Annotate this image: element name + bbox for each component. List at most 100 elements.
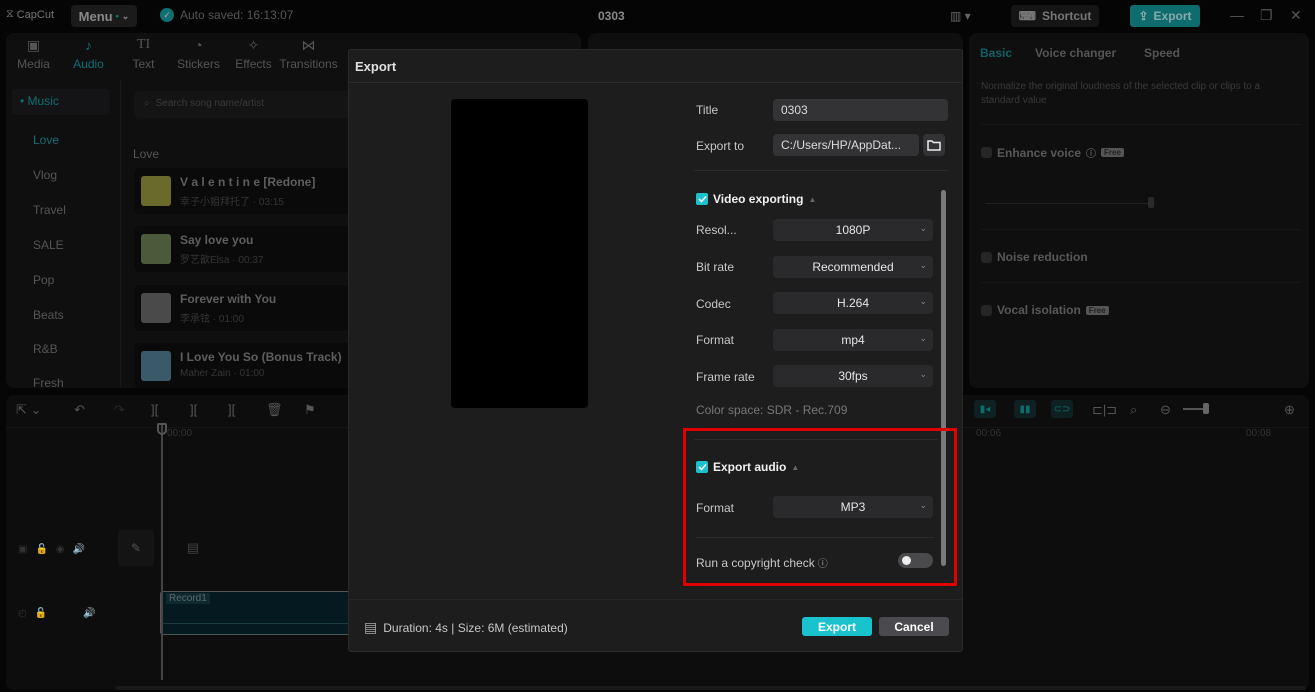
checkbox[interactable]	[981, 304, 992, 316]
export-path-input[interactable]: C:/Users/HP/AppDat...	[773, 134, 919, 156]
dialog-title: Export	[355, 59, 397, 74]
annotation-highlight-box	[683, 428, 957, 586]
tab-stickers[interactable]: ◔ Stickers	[171, 33, 226, 78]
tab-effects[interactable]: ✧ Effects	[226, 33, 281, 78]
main-track-magnet-icon[interactable]: ▮◂	[974, 400, 996, 418]
edit-cover-button[interactable]: ✎	[118, 530, 154, 566]
layout-icon[interactable]: ▥ ▾	[950, 9, 971, 23]
video-export-checkbox[interactable]	[696, 193, 708, 205]
song-meta: 李承铉 · 01:00	[180, 314, 244, 325]
lock-icon[interactable]: 🔓	[35, 544, 47, 555]
sidebar-item-love[interactable]: Love	[33, 133, 59, 147]
tab-speed[interactable]: Speed	[1144, 46, 1180, 60]
split-left-icon[interactable]: ][	[190, 402, 197, 417]
zoom-fit-icon[interactable]: ⌕	[1130, 402, 1137, 418]
divider	[981, 282, 1301, 283]
album-thumbnail	[141, 234, 171, 264]
shortcut-button[interactable]: ⌨ Shortcut	[1011, 5, 1099, 27]
bitrate-select[interactable]: Recommended ⌄	[773, 256, 933, 278]
divider	[981, 124, 1301, 125]
tab-audio[interactable]: ♪ Audio	[61, 33, 116, 78]
song-title: I Love You So (Bonus Track)	[180, 350, 342, 364]
browse-folder-button[interactable]	[923, 134, 945, 156]
resolution-select[interactable]: 1080P ⌄	[773, 219, 933, 241]
zoom-in-icon[interactable]: ⊕	[1284, 402, 1295, 418]
song-item[interactable]: Say love you 罗艺歆Elsa · 00:37	[134, 226, 354, 272]
song-item[interactable]: I Love You So (Bonus Track) Maher Zain ·…	[134, 343, 354, 388]
video-format-select[interactable]: mp4 ⌄	[773, 329, 933, 351]
title-input[interactable]: 0303	[773, 99, 948, 121]
search-input[interactable]: ⌕ Search song name/artist	[134, 91, 354, 118]
lock-icon[interactable]: 🔓	[35, 608, 47, 619]
sidebar-item-pop[interactable]: Pop	[33, 273, 54, 287]
enhance-voice-row[interactable]: Enhance voice ⓘ Free	[981, 145, 1124, 160]
export-button[interactable]: Export	[802, 617, 872, 636]
song-item[interactable]: V a l e n t i n e [Redone] 幸子小姐拜托了 · 03:…	[134, 168, 354, 214]
restore-icon[interactable]: ❐	[1260, 7, 1273, 24]
vocal-isolation-row[interactable]: Vocal isolation Free	[981, 303, 1109, 317]
tab-transitions[interactable]: ⋈ Transitions	[279, 33, 337, 78]
redo-icon[interactable]: ↷	[114, 402, 125, 418]
resolution-label: Resol...	[696, 223, 737, 237]
split-preview-icon[interactable]: ⊏|⊐	[1092, 402, 1117, 418]
audio-icon: ♪	[85, 37, 92, 53]
enhance-slider-track[interactable]	[985, 203, 1155, 204]
select-value: 30fps	[838, 369, 868, 383]
minimize-icon[interactable]: —	[1230, 7, 1244, 23]
delete-icon[interactable]: 🗑	[266, 402, 283, 418]
tab-basic[interactable]: Basic	[980, 46, 1012, 60]
checkbox[interactable]	[981, 147, 992, 158]
timeline-scrollbar[interactable]	[116, 686, 1306, 690]
cover-icon[interactable]: ▣	[18, 544, 27, 555]
checkbox[interactable]	[981, 251, 992, 263]
chevron-down-icon: ⌄	[121, 10, 130, 21]
auto-snap-icon[interactable]: ▮▮	[1014, 400, 1036, 418]
export-info: ▤ Duration: 4s | Size: 6M (estimated)	[364, 619, 568, 636]
toolbar-tabs: ▣ Media ♪ Audio TI Text ◔ Stickers ✧ Effects …	[6, 33, 346, 78]
sidebar-item-music[interactable]: • Music	[12, 89, 110, 115]
video-exporting-header[interactable]: Video exporting ▲	[696, 192, 816, 206]
sidebar-item-rnb[interactable]: R&B	[33, 342, 58, 356]
visibility-icon[interactable]: ◉	[56, 544, 65, 555]
noise-reduction-row[interactable]: Noise reduction	[981, 250, 1088, 264]
enhance-slider-handle[interactable]	[1148, 197, 1154, 208]
tab-voice-changer[interactable]: Voice changer	[1035, 46, 1116, 60]
select-tool-icon[interactable]: ⇱ ⌄	[16, 402, 41, 418]
ai-marker-icon[interactable]: ⚑	[304, 402, 316, 418]
divider	[694, 170, 948, 171]
zoom-out-icon[interactable]: ⊖	[1160, 402, 1171, 418]
codec-select[interactable]: H.264 ⌄	[773, 292, 933, 314]
enhance-voice-label: Enhance voice	[997, 145, 1082, 160]
free-badge: Free	[1085, 305, 1109, 315]
playhead-handle[interactable]	[157, 423, 167, 435]
clip-waveform-line	[162, 623, 350, 624]
volume-icon[interactable]: 🔊	[73, 544, 85, 555]
sidebar-item-beats[interactable]: Beats	[33, 308, 64, 322]
folder-icon	[927, 140, 941, 151]
sidebar-item-sale[interactable]: SALE	[33, 238, 64, 252]
split-right-icon[interactable]: ][	[228, 402, 235, 417]
song-title: Say love you	[180, 233, 254, 247]
tab-label: Audio	[73, 57, 104, 71]
bitrate-label: Bit rate	[696, 260, 735, 274]
collapse-caret-icon[interactable]: ▲	[808, 195, 816, 204]
sidebar-item-vlog[interactable]: Vlog	[33, 168, 57, 182]
export-top-button[interactable]: ⇪ Export	[1130, 5, 1200, 27]
sidebar-item-travel[interactable]: Travel	[33, 203, 66, 217]
color-space-info: Color space: SDR - Rec.709	[696, 403, 848, 417]
link-icon[interactable]: ⊂⊃	[1051, 400, 1073, 418]
split-icon[interactable]: ][	[151, 402, 158, 417]
zoom-slider-handle[interactable]	[1203, 403, 1209, 414]
undo-icon[interactable]: ↶	[74, 402, 85, 418]
frame-rate-select[interactable]: 30fps ⌄	[773, 365, 933, 387]
cancel-button[interactable]: Cancel	[879, 617, 949, 636]
sidebar-item-fresh[interactable]: Fresh	[33, 376, 64, 390]
tab-text[interactable]: TI Text	[116, 33, 171, 78]
volume-icon[interactable]: 🔊	[83, 608, 95, 619]
menu-button[interactable]: Menu • ⌄	[71, 5, 137, 27]
song-item[interactable]: Forever with You 李承铉 · 01:00	[134, 285, 354, 331]
playhead[interactable]	[161, 425, 163, 680]
close-icon[interactable]: ✕	[1290, 7, 1302, 24]
effects-icon: ✧	[247, 37, 260, 53]
tab-media[interactable]: ▣ Media	[6, 33, 61, 78]
